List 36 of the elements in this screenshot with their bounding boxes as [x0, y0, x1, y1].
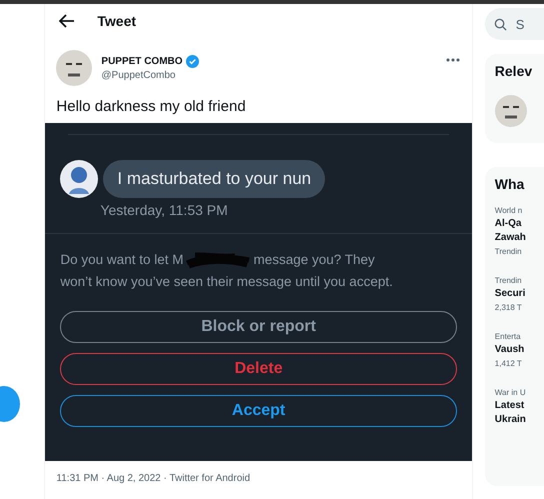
- trend-title[interactable]: Zawah: [494, 231, 544, 245]
- card-title: Wha: [494, 176, 526, 192]
- avatar[interactable]: [56, 50, 92, 86]
- message-time: Yesterday, 11:53 PM: [100, 202, 229, 218]
- dm-action-button[interactable]: Block or report: [60, 311, 457, 343]
- redaction-scribble: [185, 251, 252, 269]
- trend-context: World n: [494, 205, 524, 217]
- trend-count: 1,412 T: [494, 358, 523, 370]
- tweet-meta: 11:31 PM · Aug 2, 2022 · Twitter for Android: [55, 472, 252, 486]
- search-icon: [494, 18, 507, 30]
- prompt-text: message you? They: [253, 251, 375, 269]
- author-handle[interactable]: @PuppetCombo: [101, 70, 446, 81]
- trend-count: 2,318 T: [494, 302, 523, 314]
- trend-title[interactable]: Securi: [494, 287, 544, 301]
- trend-title[interactable]: Vaush: [494, 343, 544, 357]
- trend-context: Enterta: [494, 331, 522, 343]
- dm-action-button[interactable]: Accept: [60, 395, 457, 427]
- trend-count: Trendin: [494, 246, 523, 258]
- dm-action-button[interactable]: Delete: [60, 353, 457, 385]
- message-bubble: I masturbated to your nun: [103, 160, 326, 198]
- sender-avatar: [60, 160, 98, 198]
- prompt-text: won’t know you’ve seen their message until you accept.: [60, 273, 393, 291]
- trend-title[interactable]: Al-Qa: [494, 217, 544, 231]
- back-arrow-icon[interactable]: [59, 14, 76, 28]
- avatar[interactable]: [494, 95, 527, 127]
- trend-title[interactable]: Ukrain: [494, 413, 544, 427]
- author-name[interactable]: PUPPET COMBO: [101, 56, 183, 67]
- trend-context: War in U: [494, 387, 527, 399]
- trend-title[interactable]: Latest: [494, 399, 544, 413]
- search-field[interactable]: S: [484, 8, 544, 40]
- prompt-text: Do you want to let M: [60, 251, 184, 269]
- trend-context: Trendin: [494, 275, 523, 287]
- page-title: Tweet: [97, 13, 136, 29]
- more-icon[interactable]: [446, 58, 460, 62]
- tweet-text: Hello darkness my old friend: [55, 97, 247, 117]
- card-title: Relev: [494, 63, 534, 79]
